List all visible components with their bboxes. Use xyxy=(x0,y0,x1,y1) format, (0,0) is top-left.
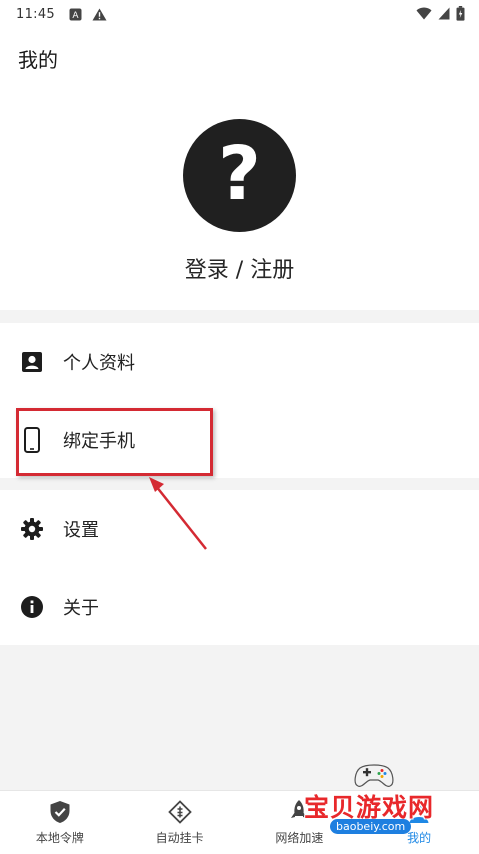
login-register-link[interactable]: 登录 / 注册 xyxy=(0,252,479,284)
status-notification-icons: A xyxy=(69,8,107,21)
question-mark-icon: ? xyxy=(218,130,261,217)
page-title: 我的 xyxy=(18,47,58,72)
gear-icon xyxy=(19,516,45,542)
signal-icon xyxy=(438,7,450,20)
menu-item-profile[interactable]: 个人资料 xyxy=(0,323,479,400)
tab-label: 本地令牌 xyxy=(35,831,84,845)
status-time: 11:45 xyxy=(16,6,55,22)
contact-card-icon xyxy=(19,349,45,375)
tab-auto-card[interactable]: 自动挂卡 xyxy=(120,791,240,854)
watermark-logo: 宝贝游戏网 baobeiy.com xyxy=(300,758,470,848)
annotation-highlight-box xyxy=(16,408,213,476)
info-icon xyxy=(19,594,45,620)
menu-item-label: 个人资料 xyxy=(63,352,135,374)
shield-check-icon xyxy=(47,799,73,825)
menu-item-label: 设置 xyxy=(63,519,99,541)
annotation-arrow-icon xyxy=(149,477,207,550)
menu-group-app: 设置 关于 xyxy=(0,490,479,645)
gamepad-icon xyxy=(354,764,394,787)
warning-icon xyxy=(92,8,107,20)
menu-item-about[interactable]: 关于 xyxy=(0,568,479,645)
tab-label: 自动挂卡 xyxy=(155,831,204,845)
a-badge-icon: A xyxy=(69,8,82,21)
wifi-icon xyxy=(416,7,432,20)
watermark-url: baobeiy.com xyxy=(330,819,412,834)
tab-local-token[interactable]: 本地令牌 xyxy=(0,791,120,854)
menu-item-label: 关于 xyxy=(63,597,99,619)
menu-item-settings[interactable]: 设置 xyxy=(0,490,479,567)
battery-icon xyxy=(456,6,465,21)
status-system-icons xyxy=(416,6,465,21)
status-bar: 11:45 A xyxy=(0,0,479,28)
avatar[interactable]: ? xyxy=(183,119,296,232)
diamond-card-icon xyxy=(167,799,193,825)
svg-text:A: A xyxy=(72,11,79,21)
app-bar: 我的 xyxy=(0,28,479,88)
profile-header: ? 登录 / 注册 xyxy=(0,88,479,310)
